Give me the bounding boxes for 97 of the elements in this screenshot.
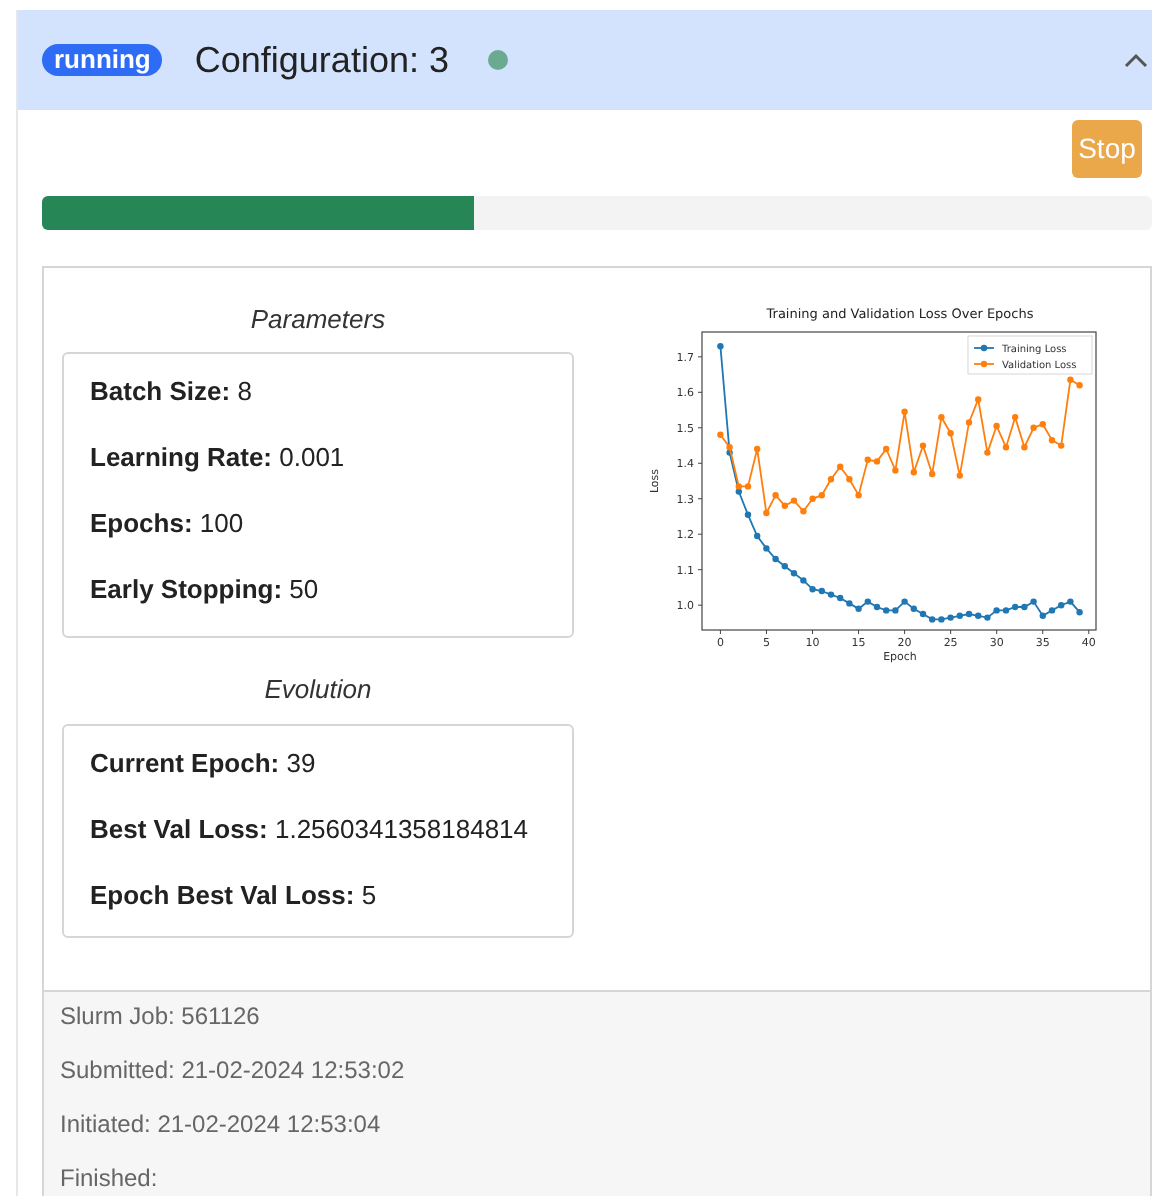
point — [800, 508, 807, 515]
point — [975, 396, 982, 403]
point — [781, 502, 788, 509]
point — [1058, 442, 1065, 449]
point — [1030, 598, 1037, 605]
point — [726, 444, 733, 451]
point — [754, 445, 761, 453]
point — [883, 445, 890, 453]
point — [947, 430, 954, 437]
point — [800, 577, 807, 584]
point — [744, 511, 752, 518]
point — [837, 594, 844, 602]
point — [938, 616, 945, 623]
point — [735, 483, 742, 490]
legend-box — [967, 335, 1093, 375]
point — [975, 612, 982, 619]
point — [892, 467, 899, 474]
point — [993, 422, 1000, 430]
evolution-text: Epoch Best Val Loss: 5 — [90, 880, 379, 912]
point — [984, 614, 991, 621]
point — [1021, 444, 1028, 451]
section-title: Evolution — [262, 671, 374, 707]
point — [873, 458, 881, 465]
point — [846, 600, 853, 607]
point — [772, 492, 779, 499]
point — [984, 449, 991, 456]
point — [947, 614, 954, 621]
point — [855, 605, 862, 612]
point — [1002, 607, 1010, 614]
job-info-text: Submitted: 21-02-2024 12:53:02 — [60, 1054, 405, 1088]
section-title: Parameters — [248, 302, 388, 338]
point — [956, 612, 963, 619]
point — [1030, 424, 1037, 431]
point — [1067, 598, 1074, 605]
point — [892, 607, 899, 614]
point — [744, 483, 752, 490]
job-info-text: Slurm Job: 561126 — [60, 1000, 260, 1034]
point — [1012, 414, 1019, 421]
point — [790, 570, 798, 577]
job-info-text: Finished: — [60, 1162, 158, 1196]
chevron-up-icon[interactable] — [1124, 52, 1148, 68]
point — [910, 605, 917, 612]
parameter-text: Learning Rate: 0.001 — [90, 441, 347, 473]
point — [864, 598, 871, 605]
point — [855, 492, 862, 499]
point — [1076, 609, 1083, 616]
point — [919, 610, 927, 618]
point — [754, 532, 761, 540]
point — [873, 603, 881, 611]
status-badge: running — [42, 44, 163, 76]
point — [1039, 421, 1046, 428]
point — [827, 476, 835, 483]
point — [910, 469, 917, 476]
point — [717, 343, 724, 350]
point — [818, 587, 825, 595]
point — [1039, 612, 1046, 619]
point — [965, 419, 973, 426]
point — [993, 607, 1000, 614]
point — [772, 555, 779, 563]
evolution-text: Best Val Loss: 1.2560341358184814 — [90, 814, 531, 846]
accordion-header[interactable]: running Configuration: 3 — [18, 10, 1152, 110]
point — [1058, 602, 1065, 609]
point — [837, 463, 844, 470]
point — [846, 476, 853, 483]
job-info-text: Initiated: 21-02-2024 12:53:04 — [60, 1108, 381, 1142]
point — [1076, 382, 1083, 389]
point — [763, 545, 770, 552]
point — [717, 431, 724, 438]
point — [901, 598, 908, 605]
parameter-text: Early Stopping: 50 — [90, 573, 321, 605]
point — [818, 492, 825, 499]
point — [790, 497, 798, 504]
configuration-title: Configuration: 3 — [194, 37, 449, 84]
point — [809, 586, 816, 593]
point — [827, 591, 835, 598]
point — [929, 470, 936, 478]
point — [929, 616, 936, 623]
point — [809, 495, 816, 502]
point — [735, 488, 742, 495]
point — [1048, 607, 1056, 614]
point — [864, 456, 871, 463]
point — [919, 442, 927, 449]
parameter-text: Epochs: 100 — [90, 507, 246, 539]
point — [901, 408, 908, 415]
point — [763, 509, 770, 517]
point — [965, 610, 973, 618]
point — [781, 563, 788, 570]
point — [1048, 437, 1056, 444]
point — [1021, 603, 1028, 611]
evolution-text: Current Epoch: 39 — [90, 748, 318, 780]
point — [883, 607, 890, 614]
point — [1067, 376, 1074, 383]
point — [956, 472, 963, 479]
point — [1012, 603, 1019, 611]
point — [938, 414, 945, 421]
point — [1002, 444, 1010, 451]
parameter-text: Batch Size: 8 — [90, 375, 254, 407]
